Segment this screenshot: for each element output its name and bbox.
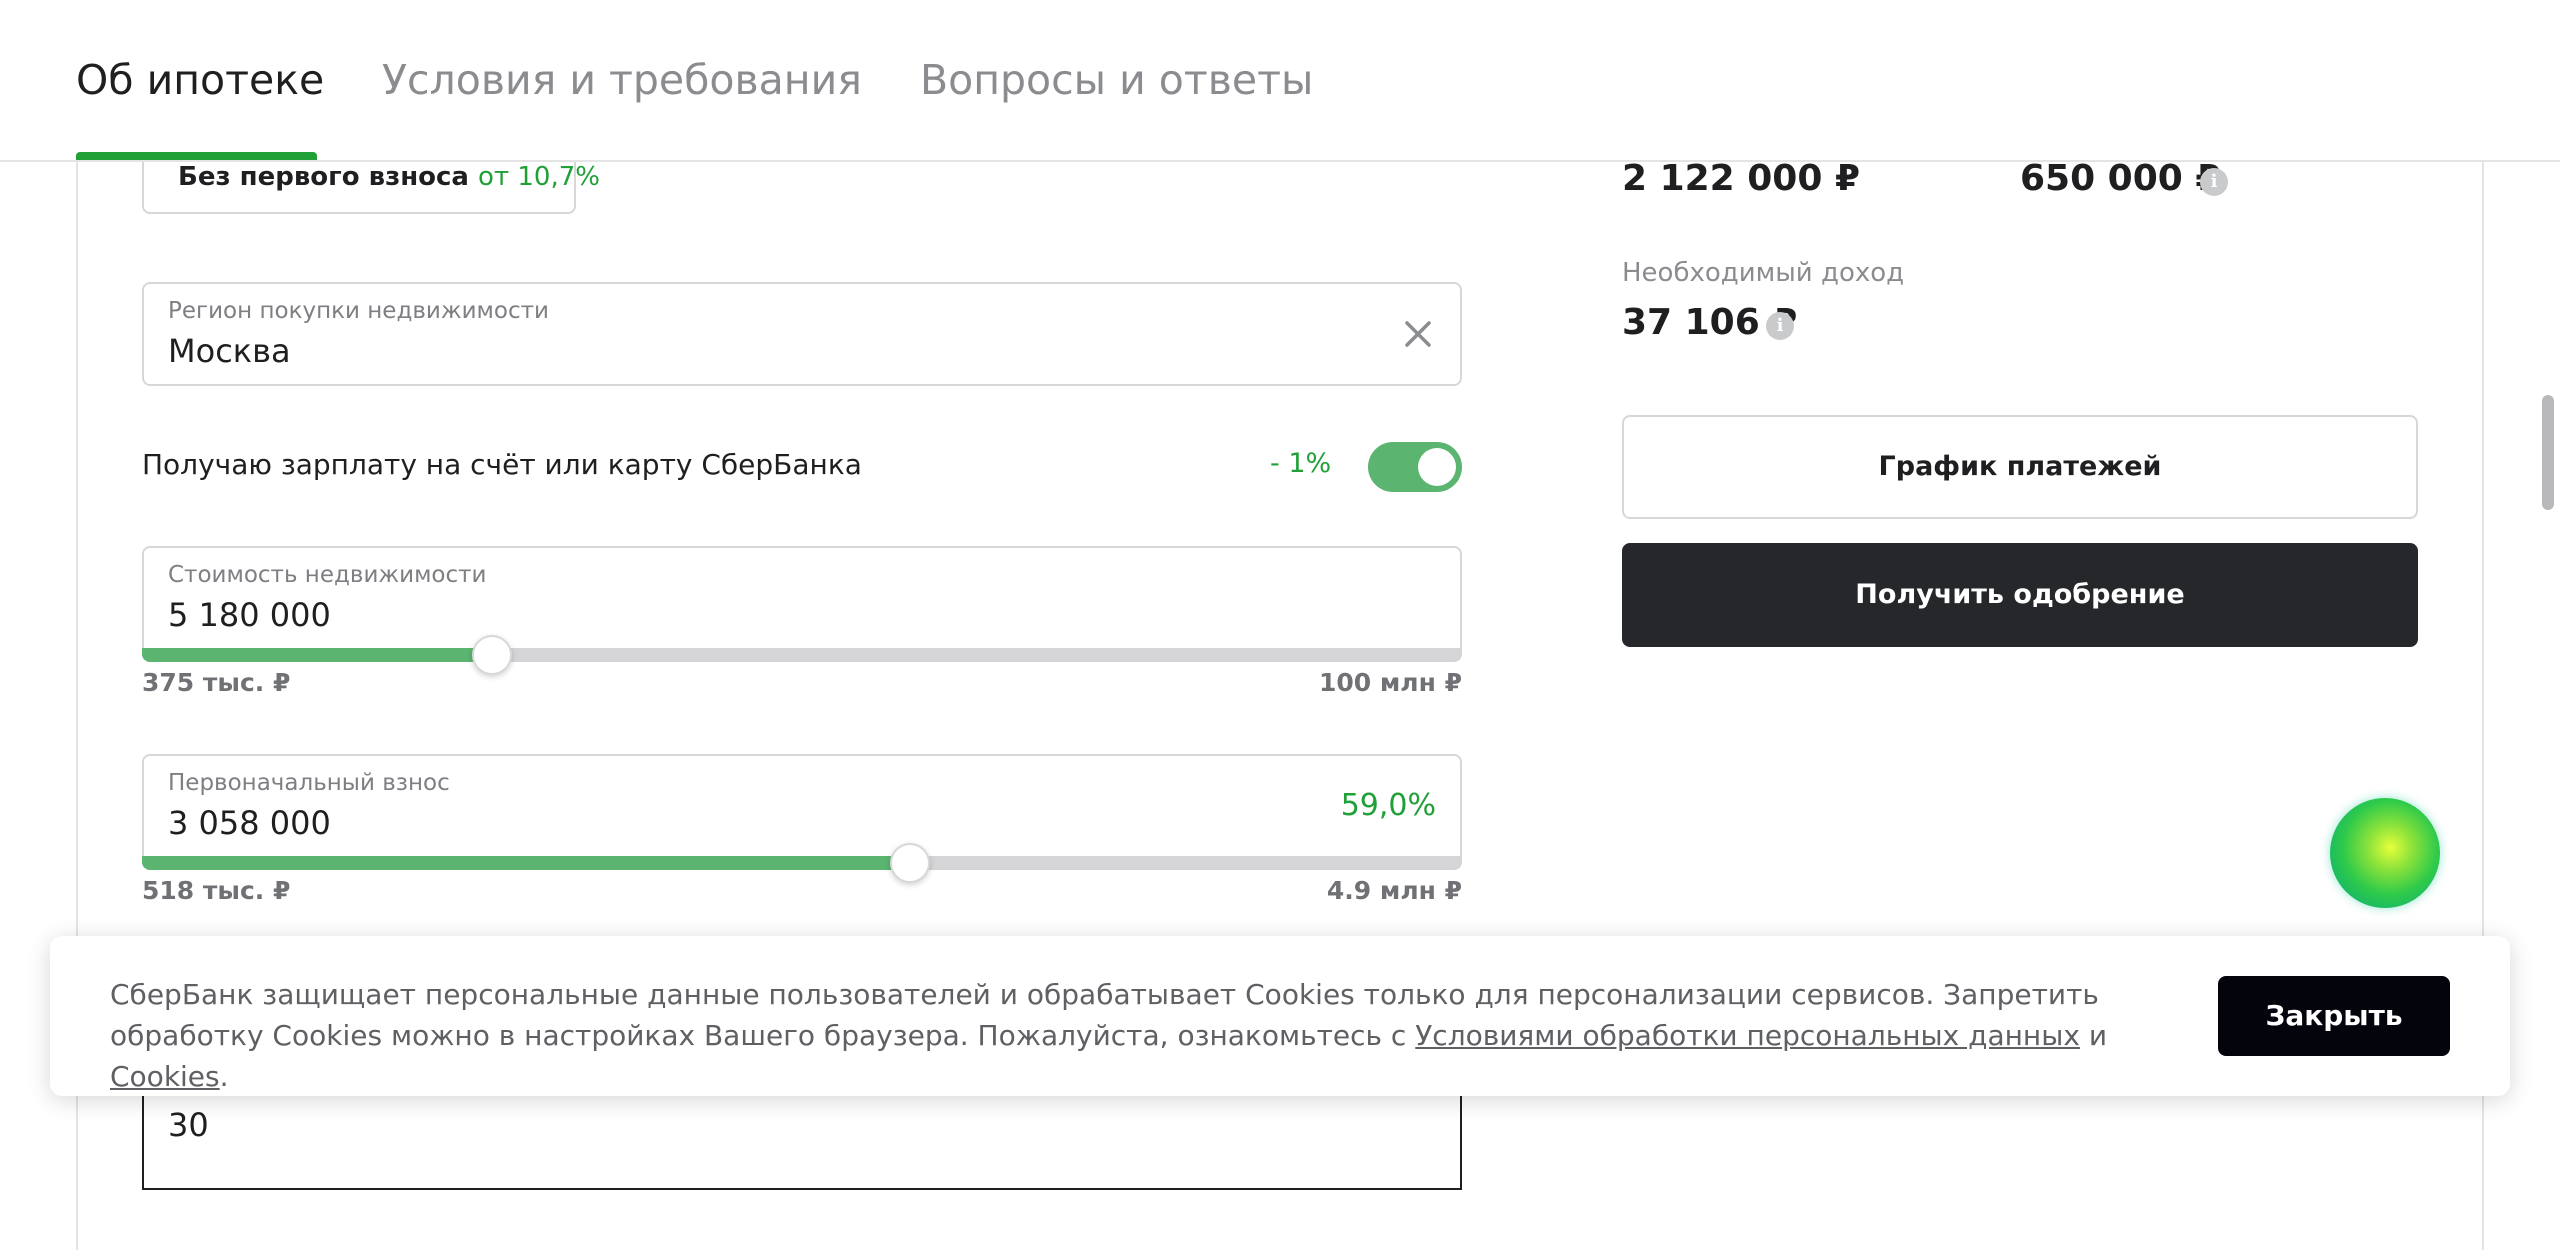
property-cost-value: 5 180 000 — [168, 596, 331, 634]
cookie-close-button[interactable]: Закрыть — [2218, 976, 2450, 1056]
property-cost-field[interactable]: Стоимость недвижимости 5 180 000 — [142, 546, 1462, 650]
property-cost-min: 375 тыс. ₽ — [142, 668, 291, 697]
result-value-2: 650 000 ₽ — [2020, 158, 2221, 199]
property-cost-slider-fill — [142, 648, 492, 662]
salary-card-toggle[interactable] — [1368, 442, 1462, 492]
down-payment-slider-thumb[interactable] — [890, 843, 931, 883]
down-payment-label: Первоначальный взнос — [168, 770, 450, 796]
info-icon[interactable]: i — [1766, 312, 1794, 340]
page-scrollbar[interactable] — [2542, 395, 2554, 510]
cookie-text-part-3: . — [219, 1060, 229, 1093]
cookie-text: СберБанк защищает персональные данные по… — [110, 974, 2110, 1097]
result-value-1: 2 122 000 ₽ — [1622, 158, 1860, 199]
loan-term-value: 30 — [168, 1106, 209, 1144]
down-payment-max: 4.9 млн ₽ — [1326, 876, 1462, 905]
get-approval-button[interactable]: Получить одобрение — [1622, 543, 2418, 647]
required-income-label: Необходимый доход — [1622, 258, 1905, 288]
program-chip-rate: от 10,7% — [478, 162, 600, 192]
tab-bar: Об ипотеке Условия и требования Вопросы … — [0, 0, 2560, 162]
tab-conditions-requirements[interactable]: Условия и требования — [382, 52, 862, 108]
toggle-knob — [1418, 448, 1456, 486]
down-payment-slider-fill — [142, 856, 911, 870]
region-field-value: Москва — [168, 332, 291, 370]
cookie-banner: СберБанк защищает персональные данные по… — [50, 936, 2510, 1096]
tab-faq[interactable]: Вопросы и ответы — [920, 52, 1313, 108]
cookie-text-part-2: и — [2079, 1019, 2108, 1052]
info-icon[interactable]: i — [2200, 168, 2228, 196]
program-chip-label: Без первого взноса — [178, 162, 469, 192]
down-payment-min: 518 тыс. ₽ — [142, 876, 291, 905]
clear-icon[interactable] — [1398, 314, 1438, 354]
assistant-orb-icon[interactable] — [2330, 798, 2440, 908]
down-payment-field[interactable]: Первоначальный взнос 3 058 000 59,0% — [142, 754, 1462, 858]
property-cost-label: Стоимость недвижимости — [168, 562, 487, 588]
personal-data-terms-link[interactable]: Условиями обработки персональных данных — [1415, 1019, 2080, 1052]
salary-discount: - 1% — [1270, 448, 1332, 479]
property-cost-slider-thumb[interactable] — [471, 635, 512, 675]
property-cost-max: 100 млн ₽ — [1318, 668, 1462, 697]
payment-schedule-button[interactable]: График платежей — [1622, 415, 2418, 519]
down-payment-percent: 59,0% — [1340, 788, 1436, 823]
cookies-link[interactable]: Cookies — [110, 1060, 220, 1093]
down-payment-value: 3 058 000 — [168, 804, 331, 842]
region-field[interactable]: Регион покупки недвижимости Москва — [142, 282, 1462, 386]
region-field-label: Регион покупки недвижимости — [168, 298, 549, 324]
salary-card-label: Получаю зарплату на счёт или карту СберБ… — [142, 448, 862, 481]
tab-about-mortgage[interactable]: Об ипотеке — [76, 52, 324, 108]
active-tab-indicator — [76, 152, 317, 160]
